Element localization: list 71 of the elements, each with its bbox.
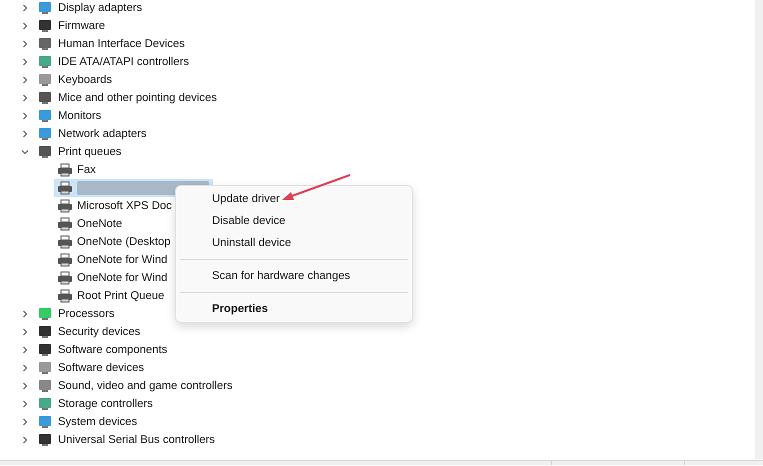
expand-chevron-icon[interactable]: [21, 418, 29, 426]
device-icon: [37, 36, 53, 52]
collapse-chevron-icon[interactable]: [21, 148, 29, 156]
tree-item[interactable]: Security devices: [58, 324, 140, 340]
device-icon: [37, 306, 53, 322]
device-icon: [37, 342, 53, 358]
expand-chevron-icon[interactable]: [21, 40, 29, 48]
tree-item[interactable]: OneNote (Desktop: [54, 233, 175, 251]
expand-chevron-icon[interactable]: [21, 58, 29, 66]
printer-icon: [57, 162, 73, 178]
tree-item[interactable]: Storage controllers: [58, 396, 153, 412]
device-icon: [37, 324, 53, 340]
tree-item[interactable]: OneNote for Wind: [54, 251, 172, 269]
tree-item[interactable]: System devices: [58, 414, 138, 430]
device-icon: [37, 414, 53, 430]
device-icon: [37, 126, 53, 142]
expand-chevron-icon[interactable]: [21, 436, 29, 444]
device-icon: [37, 432, 53, 448]
expand-chevron-icon[interactable]: [21, 310, 29, 318]
printer-icon: [57, 216, 73, 232]
printer-icon: [57, 270, 73, 286]
menu-item[interactable]: Disable device: [176, 210, 412, 232]
tree-item[interactable]: Print queues: [58, 144, 122, 160]
tree-item[interactable]: Monitors: [58, 108, 102, 124]
device-icon: [37, 54, 53, 70]
expand-chevron-icon[interactable]: [21, 346, 29, 354]
tree-item[interactable]: Software components: [58, 342, 168, 358]
expand-chevron-icon[interactable]: [21, 76, 29, 84]
expand-chevron-icon[interactable]: [21, 4, 29, 12]
expand-chevron-icon[interactable]: [21, 364, 29, 372]
tree-item[interactable]: Sound, video and game controllers: [58, 378, 233, 394]
tree-item[interactable]: Software devices: [58, 360, 144, 376]
printer-icon: [57, 234, 73, 250]
device-icon: [37, 396, 53, 412]
device-icon: [37, 0, 53, 16]
expand-chevron-icon[interactable]: [21, 94, 29, 102]
tree-item[interactable]: Firmware: [58, 18, 106, 34]
tree-item[interactable]: Microsoft XPS Doc: [54, 197, 176, 215]
printer-icon: [57, 252, 73, 268]
device-icon: [37, 144, 53, 160]
tree-item[interactable]: Keyboards: [58, 72, 112, 88]
menu-item[interactable]: Uninstall device: [176, 232, 412, 254]
tree-item[interactable]: Fax: [54, 161, 100, 179]
device-icon: [37, 72, 53, 88]
tree-item[interactable]: Mice and other pointing devices: [58, 90, 217, 106]
device-icon: [37, 108, 53, 124]
tree-item[interactable]: Processors: [58, 306, 115, 322]
tree-item[interactable]: Universal Serial Bus controllers: [58, 432, 215, 448]
expand-chevron-icon[interactable]: [21, 328, 29, 336]
device-icon: [37, 360, 53, 376]
menu-item[interactable]: Scan for hardware changes: [176, 265, 412, 287]
device-icon: [37, 378, 53, 394]
tree-item[interactable]: Network adapters: [58, 126, 147, 142]
expand-chevron-icon[interactable]: [21, 382, 29, 390]
tree-item[interactable]: Human Interface Devices: [58, 36, 185, 52]
expand-chevron-icon[interactable]: [21, 400, 29, 408]
printer-icon: [57, 288, 73, 304]
printer-icon: [57, 198, 73, 214]
expand-chevron-icon[interactable]: [21, 112, 29, 120]
device-icon: [37, 18, 53, 34]
menu-item[interactable]: Properties: [176, 298, 412, 320]
expand-chevron-icon[interactable]: [21, 22, 29, 30]
tree-item[interactable]: IDE ATA/ATAPI controllers: [58, 54, 189, 70]
tree-item[interactable]: Root Print Queue: [54, 287, 168, 305]
expand-chevron-icon[interactable]: [21, 130, 29, 138]
tree-item[interactable]: OneNote: [54, 215, 126, 233]
tree-item[interactable]: Display adapters: [58, 0, 142, 16]
tree-item[interactable]: OneNote for Wind: [54, 269, 172, 287]
printer-icon: [57, 180, 73, 196]
device-icon: [37, 90, 53, 106]
menu-item[interactable]: Update driver: [176, 188, 412, 210]
